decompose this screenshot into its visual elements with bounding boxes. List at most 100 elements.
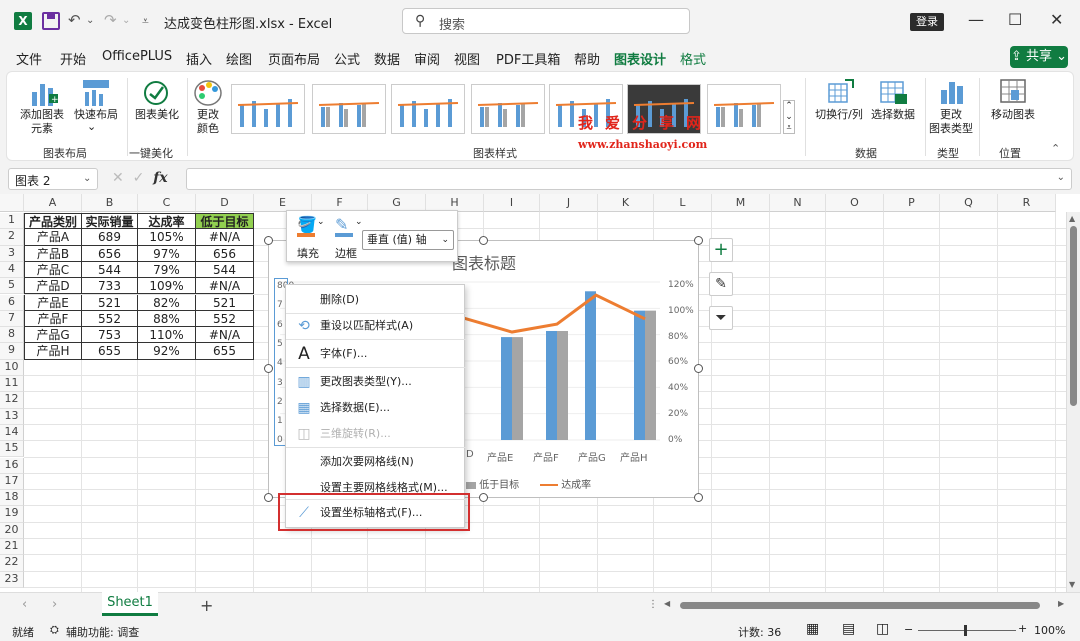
vertical-scrollbar[interactable]: ▲ ▼ — [1066, 212, 1080, 592]
table-cell[interactable]: 88% — [138, 310, 196, 328]
chart-title[interactable]: 图表标题 — [452, 250, 516, 274]
redo-icon[interactable]: ↷ — [104, 11, 117, 29]
tab-file[interactable]: 文件 — [16, 49, 42, 68]
table-cell[interactable]: 689 — [82, 229, 138, 246]
menu-item-add-minor-gridlines[interactable]: 添加次要网格线(N) — [286, 449, 466, 475]
table-header-cell[interactable]: 低于目标 — [196, 213, 254, 230]
row-header-19[interactable]: 19 — [0, 506, 24, 523]
chart-element-dropdown-icon[interactable]: ⌄ — [441, 231, 449, 249]
table-cell[interactable]: 544 — [196, 261, 254, 279]
chart-resize-handle[interactable] — [694, 236, 703, 245]
zoom-out-icon[interactable]: − — [904, 623, 913, 636]
page-layout-view-icon[interactable]: ▤ — [842, 621, 855, 637]
row-header-10[interactable]: 10 — [0, 359, 24, 376]
zoom-slider-track[interactable] — [918, 630, 1016, 631]
row-header-8[interactable]: 8 — [0, 327, 24, 344]
table-cell[interactable]: 产品B — [24, 245, 82, 262]
switch-row-column-icon[interactable] — [825, 78, 855, 106]
bar-actual-产品E[interactable] — [501, 337, 512, 440]
table-cell[interactable]: 110% — [138, 327, 196, 344]
chart-style-4[interactable] — [471, 84, 545, 134]
save-icon[interactable] — [42, 12, 60, 30]
table-cell[interactable]: #N/A — [196, 278, 254, 295]
table-cell[interactable]: 产品H — [24, 343, 82, 360]
tab-draw[interactable]: 绘图 — [226, 49, 252, 68]
customize-qat-icon[interactable]: ⩡ — [142, 14, 149, 29]
legend-item-below-target[interactable]: 低于目标 — [466, 476, 519, 491]
row-header-17[interactable]: 17 — [0, 473, 24, 491]
table-cell[interactable]: 109% — [138, 278, 196, 295]
table-cell[interactable]: 产品C — [24, 261, 82, 279]
prev-sheet-icon[interactable]: ‹ — [22, 597, 27, 612]
zoom-level[interactable]: 100% — [1034, 624, 1065, 637]
change-chart-type-button[interactable]: 更改 图表类型 — [925, 108, 977, 136]
chart-resize-handle[interactable] — [479, 493, 488, 502]
tab-data[interactable]: 数据 — [374, 49, 400, 68]
row-header-15[interactable]: 15 — [0, 441, 24, 458]
tab-home[interactable]: 开始 — [60, 49, 86, 68]
move-chart-button[interactable]: 移动图表 — [985, 108, 1041, 122]
table-header-cell[interactable]: 产品类别 — [24, 213, 82, 230]
row-header-7[interactable]: 7 — [0, 310, 24, 328]
chart-element-select[interactable]: 垂直 (值) 轴 ⌄ — [362, 230, 454, 250]
row-header-3[interactable]: 3 — [0, 245, 24, 262]
row-header-12[interactable]: 12 — [0, 392, 24, 409]
table-cell[interactable]: 产品E — [24, 294, 82, 311]
table-cell[interactable]: 97% — [138, 245, 196, 262]
table-cell[interactable]: #N/A — [196, 327, 254, 344]
minimize-icon[interactable]: — — [968, 10, 984, 29]
row-header-6[interactable]: 6 — [0, 294, 24, 311]
name-box[interactable]: 图表 2 ⌄ — [8, 168, 98, 190]
chart-style-7[interactable] — [707, 84, 781, 134]
border-pen-icon[interactable]: ✎ — [335, 215, 348, 234]
add-sheet-button[interactable]: + — [200, 596, 213, 615]
row-header-21[interactable]: 21 — [0, 539, 24, 556]
column-header-R[interactable]: R — [998, 194, 1056, 212]
row-header-5[interactable]: 5 — [0, 278, 24, 295]
login-button[interactable]: 登录 — [910, 13, 944, 31]
menu-item-change-chart-type[interactable]: ▥ 更改图表类型(Y)... — [286, 369, 466, 395]
page-break-view-icon[interactable]: ◫ — [876, 621, 889, 637]
tab-pdf-tools[interactable]: PDF工具箱 — [496, 49, 560, 68]
chart-resize-handle[interactable] — [479, 236, 488, 245]
column-header-A[interactable]: A — [24, 194, 82, 212]
zoom-in-icon[interactable]: + — [1018, 622, 1027, 635]
next-sheet-icon[interactable]: › — [52, 597, 57, 612]
tab-insert[interactable]: 插入 — [186, 49, 212, 68]
fill-bucket-icon[interactable]: 🪣 — [297, 215, 317, 234]
redo-dropdown-icon[interactable]: ⌄ — [122, 15, 130, 26]
column-header-N[interactable]: N — [770, 194, 826, 212]
column-header-B[interactable]: B — [82, 194, 138, 212]
collapse-ribbon-icon[interactable]: ⌃ — [1051, 142, 1060, 155]
tab-formulas[interactable]: 公式 — [334, 49, 360, 68]
table-cell[interactable]: 753 — [82, 327, 138, 344]
accessibility-status[interactable]: 辅助功能: 调查 — [66, 624, 139, 640]
row-header-4[interactable]: 4 — [0, 261, 24, 279]
maximize-icon[interactable]: ☐ — [1008, 10, 1022, 29]
beautify-icon[interactable] — [141, 78, 171, 108]
cancel-icon[interactable]: ✕ — [112, 170, 124, 186]
row-header-22[interactable]: 22 — [0, 555, 24, 572]
row-header-13[interactable]: 13 — [0, 408, 24, 425]
table-cell[interactable]: 82% — [138, 294, 196, 311]
select-all-corner[interactable] — [0, 194, 24, 212]
bar-actual-产品H[interactable] — [634, 310, 645, 440]
row-header-9[interactable]: 9 — [0, 343, 24, 360]
column-header-L[interactable]: L — [654, 194, 712, 212]
column-header-O[interactable]: O — [826, 194, 884, 212]
border-dropdown-icon[interactable]: ⌄ — [355, 217, 363, 227]
change-chart-type-icon[interactable] — [937, 78, 967, 106]
chart-resize-handle[interactable] — [264, 493, 273, 502]
table-cell[interactable]: 92% — [138, 343, 196, 360]
select-data-button[interactable]: 选择数据 — [865, 108, 921, 122]
move-chart-icon[interactable] — [999, 78, 1029, 106]
row-header-14[interactable]: 14 — [0, 424, 24, 442]
bar-below-target-产品H[interactable] — [645, 310, 656, 440]
switch-row-column-button[interactable]: 切换行/列 — [813, 108, 865, 122]
scroll-left-icon[interactable]: ◀ — [664, 599, 670, 608]
close-icon[interactable]: ✕ — [1050, 10, 1063, 29]
accessibility-icon[interactable]: ⛭ — [50, 623, 59, 637]
expand-formula-icon[interactable]: ⌄ — [1057, 172, 1065, 183]
scroll-up-icon[interactable]: ▲ — [1069, 214, 1075, 223]
table-cell[interactable]: 产品G — [24, 327, 82, 344]
